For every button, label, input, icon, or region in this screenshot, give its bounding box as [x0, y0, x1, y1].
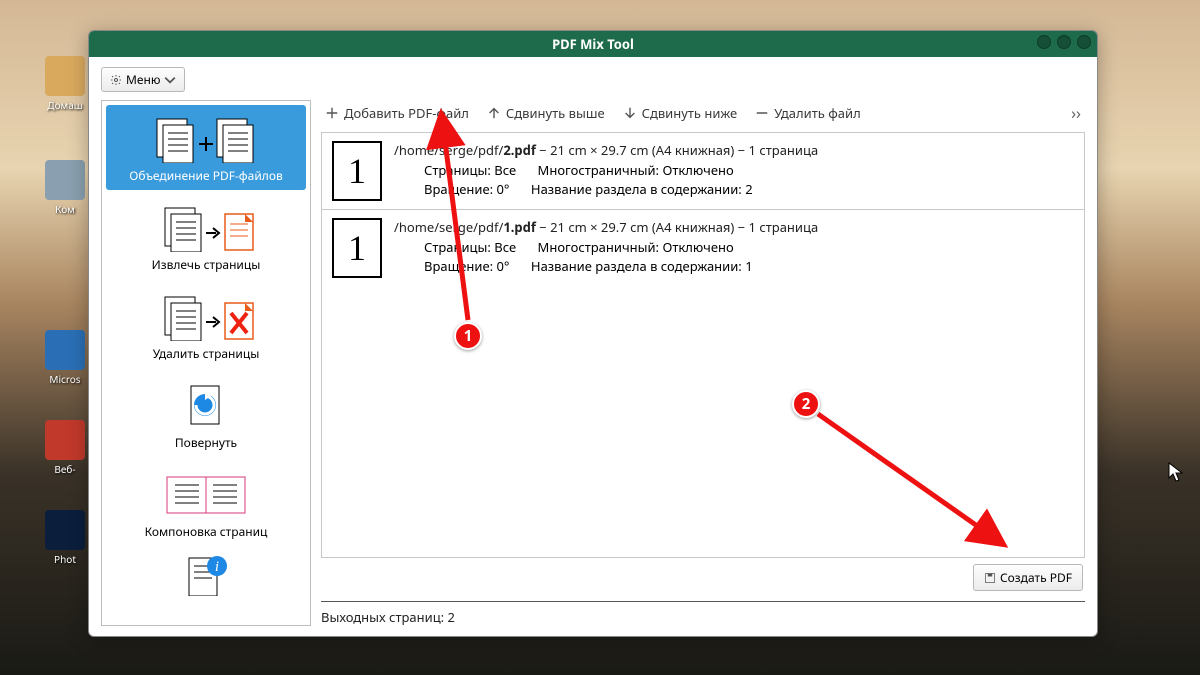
sidebar-item-delete[interactable]: Удалить страницы: [106, 283, 306, 368]
menu-button[interactable]: Меню: [101, 67, 185, 92]
plus-icon: [325, 106, 339, 120]
app-window: PDF Mix Tool Меню: [88, 30, 1098, 637]
move-up-button[interactable]: Сдвинуть выше: [487, 104, 605, 122]
gear-icon: [110, 74, 122, 86]
svg-text:i: i: [215, 559, 219, 575]
file-thumbnail: 1: [332, 218, 382, 278]
desktop-icon-micros[interactable]: Micros: [40, 330, 90, 386]
main-panel: Добавить PDF-файл Сдвинуть выше Сдвинуть…: [321, 100, 1085, 626]
cursor-icon: [1168, 462, 1186, 488]
sidebar-item-label: Повернуть: [110, 434, 302, 451]
desktop-icon-photo[interactable]: Phot: [40, 510, 90, 566]
toolbar-label: Удалить файл: [774, 104, 861, 122]
file-row[interactable]: 1 /home/serge/pdf/2.pdf − 21 cm × 29.7 c…: [322, 133, 1084, 210]
sidebar-item-label: Компоновка страниц: [110, 523, 302, 540]
sidebar-item-rotate[interactable]: Повернуть: [106, 372, 306, 457]
sidebar-item-layout[interactable]: Компоновка страниц: [106, 461, 306, 546]
toolbar-label: Сдвинуть ниже: [642, 104, 738, 122]
chevron-down-icon: [164, 74, 176, 86]
sidebar-item-merge[interactable]: Объединение PDF-файлов: [106, 105, 306, 190]
file-info: /home/serge/pdf/1.pdf − 21 cm × 29.7 cm …: [394, 218, 1074, 278]
desktop-label: Ком: [40, 202, 90, 216]
sidebar-item-info[interactable]: i: [106, 550, 306, 596]
desktop-label: Phot: [40, 552, 90, 566]
info-icon: i: [110, 556, 302, 596]
file-row[interactable]: 1 /home/serge/pdf/1.pdf − 21 cm × 29.7 c…: [322, 210, 1084, 286]
toolbar: Добавить PDF-файл Сдвинуть выше Сдвинуть…: [321, 100, 1085, 132]
status-bar: Выходных страниц: 2: [321, 606, 1085, 626]
sidebar-item-label: Объединение PDF-файлов: [110, 167, 302, 184]
move-down-button[interactable]: Сдвинуть ниже: [623, 104, 738, 122]
window-title: PDF Mix Tool: [552, 35, 634, 53]
arrow-up-icon: [487, 106, 501, 120]
merge-icon: [110, 111, 302, 165]
toolbar-label: Добавить PDF-файл: [344, 104, 469, 122]
layout-icon: [110, 467, 302, 521]
status-separator: [321, 601, 1085, 602]
titlebar[interactable]: PDF Mix Tool: [89, 31, 1097, 57]
arrow-down-icon: [623, 106, 637, 120]
remove-file-button[interactable]: Удалить файл: [755, 104, 861, 122]
desktop-label: Веб-: [40, 462, 90, 476]
toolbar-label: Сдвинуть выше: [506, 104, 605, 122]
file-thumbnail: 1: [332, 141, 382, 201]
rotate-icon: [110, 378, 302, 432]
desktop-label: Micros: [40, 372, 90, 386]
file-info: /home/serge/pdf/2.pdf − 21 cm × 29.7 cm …: [394, 141, 1074, 201]
sidebar-item-label: Удалить страницы: [110, 345, 302, 362]
create-pdf-label: Создать PDF: [1000, 569, 1072, 586]
save-icon: [984, 572, 996, 584]
sidebar[interactable]: Объединение PDF-файлов: [101, 100, 311, 626]
desktop-label: Домаш: [40, 98, 90, 112]
create-pdf-button[interactable]: Создать PDF: [973, 564, 1083, 591]
delete-icon: [110, 289, 302, 343]
sidebar-item-label: Извлечь страницы: [110, 256, 302, 273]
minus-icon: [755, 106, 769, 120]
add-file-button[interactable]: Добавить PDF-файл: [325, 104, 469, 122]
desktop-icon-web[interactable]: Веб-: [40, 420, 90, 476]
extract-icon: [110, 200, 302, 254]
file-list[interactable]: 1 /home/serge/pdf/2.pdf − 21 cm × 29.7 c…: [321, 132, 1085, 558]
menu-label: Меню: [126, 71, 160, 88]
desktop-icon-home[interactable]: Домаш: [40, 56, 90, 112]
sidebar-item-extract[interactable]: Извлечь страницы: [106, 194, 306, 279]
minimize-button[interactable]: [1037, 35, 1051, 49]
maximize-button[interactable]: [1057, 35, 1071, 49]
desktop-icon-computer[interactable]: Ком: [40, 160, 90, 216]
close-button[interactable]: [1077, 35, 1091, 49]
toolbar-overflow-button[interactable]: ››: [1071, 102, 1081, 124]
